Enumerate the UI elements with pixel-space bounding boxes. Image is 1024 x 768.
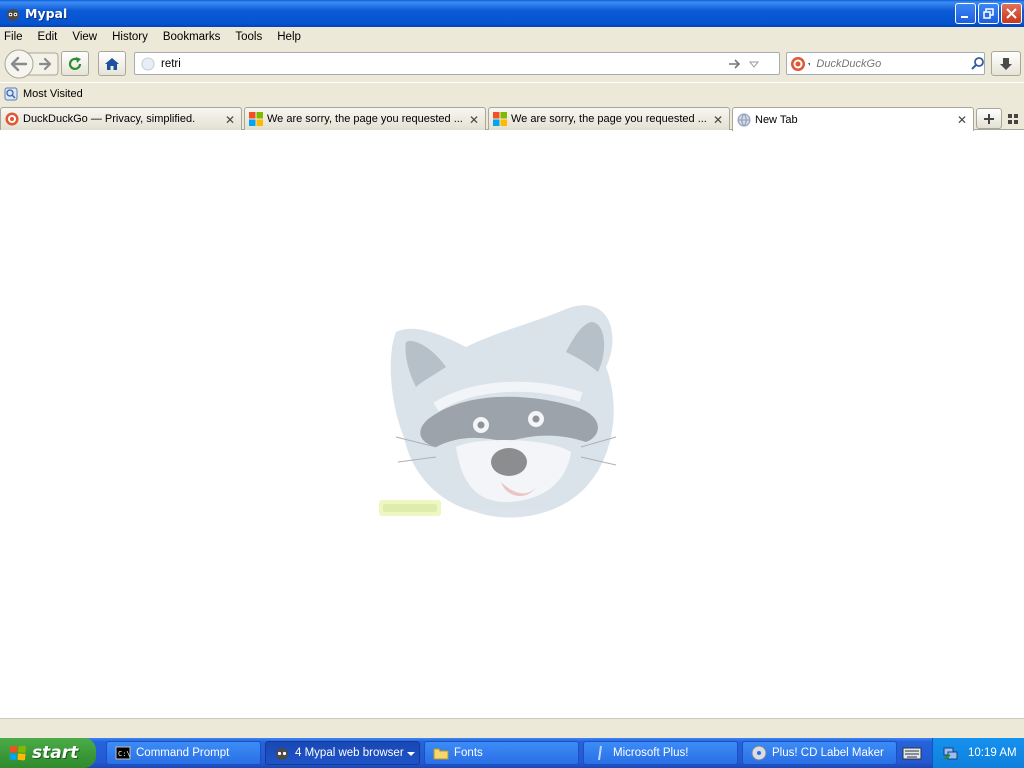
duckduckgo-engine-icon[interactable] [790, 56, 811, 72]
mypal-logo-wordmark [379, 500, 441, 516]
globe-favicon-icon [737, 113, 751, 127]
taskbar-item-label: 4 Mypal web browser [295, 747, 404, 759]
url-input[interactable] [161, 54, 721, 73]
restore-button[interactable] [978, 3, 999, 24]
tab-label: We are sorry, the page you requested ... [267, 113, 463, 125]
group-dropdown-icon [407, 752, 415, 756]
mypal-app-icon [7, 8, 19, 21]
search-bar[interactable] [786, 52, 985, 75]
tab-duckduckgo[interactable]: DuckDuckGo — Privacy, simplified. ✕ [0, 107, 242, 130]
menu-history[interactable]: History [112, 31, 148, 43]
start-button[interactable]: start [0, 738, 96, 768]
menu-edit[interactable]: Edit [38, 31, 58, 43]
page-globe-icon [141, 57, 155, 70]
tab-label: We are sorry, the page you requested ... [511, 113, 707, 125]
microsoft-favicon-icon [493, 112, 507, 126]
tab-sorry-page-1[interactable]: We are sorry, the page you requested ...… [244, 107, 486, 130]
tab-strip: DuckDuckGo — Privacy, simplified. ✕ We a… [0, 105, 1024, 131]
system-clock[interactable]: 10:19 AM [968, 747, 1017, 759]
taskbar-item-label: Command Prompt [136, 747, 230, 759]
microsoft-favicon-icon [249, 112, 263, 126]
svg-text:C:\: C:\ [118, 750, 131, 758]
menu-file[interactable]: File [4, 31, 23, 43]
folder-icon [433, 748, 449, 760]
bookmarks-toolbar: Most Visited [0, 83, 1024, 105]
close-icon [1006, 8, 1017, 19]
keyboard-language-icon[interactable] [901, 745, 923, 761]
microsoft-plus-icon [598, 745, 602, 761]
tab-close-icon[interactable]: ✕ [957, 113, 967, 127]
system-tray: 10:19 AM [932, 738, 1024, 768]
back-forward-icons [4, 49, 59, 79]
mypal-taskbar-icon [276, 748, 288, 760]
download-arrow-icon [1000, 57, 1012, 70]
network-tray-icon[interactable] [942, 745, 958, 761]
back-forward-group [4, 49, 59, 79]
plus-icon [984, 113, 994, 124]
search-input[interactable] [816, 57, 957, 70]
menu-tools[interactable]: Tools [235, 31, 262, 43]
taskbar-command-prompt[interactable]: C:\ Command Prompt [106, 741, 261, 765]
most-visited-bookmark[interactable]: Most Visited [23, 88, 83, 100]
downloads-button[interactable] [991, 51, 1021, 76]
title-bar: Mypal [0, 0, 1024, 27]
taskbar-item-label: Fonts [454, 747, 483, 759]
taskbar-item-label: Plus! CD Label Maker [772, 747, 884, 759]
tab-new-tab[interactable]: New Tab ✕ [732, 107, 974, 131]
new-tab-button[interactable] [976, 108, 1002, 129]
tab-label: New Tab [755, 113, 798, 126]
url-dropdown-icon[interactable] [747, 57, 761, 71]
most-visited-folder-icon [4, 87, 18, 101]
start-label: start [32, 743, 79, 763]
command-prompt-icon: C:\ [115, 746, 131, 760]
minimize-icon [961, 16, 968, 18]
home-button[interactable] [98, 51, 126, 76]
navigation-toolbar [0, 46, 1024, 82]
home-icon [105, 57, 119, 70]
taskbar-fonts[interactable]: Fonts [424, 741, 579, 765]
mypal-raccoon-logo [379, 305, 617, 518]
reload-button[interactable] [61, 51, 89, 76]
windows-taskbar: start C:\ Command Prompt 4 Mypal web bro… [0, 738, 1024, 768]
restore-icon [983, 8, 994, 19]
taskbar-microsoft-plus[interactable]: Microsoft Plus! [583, 741, 738, 765]
tab-close-icon[interactable]: ✕ [469, 113, 479, 127]
taskbar-cd-label-maker[interactable]: Plus! CD Label Maker [742, 741, 897, 765]
cd-label-maker-icon [751, 745, 767, 761]
menu-bar: File Edit View History Bookmarks Tools H… [0, 27, 1024, 46]
url-bar[interactable] [134, 52, 780, 75]
taskbar-item-label: Microsoft Plus! [613, 747, 689, 759]
tab-sorry-page-2[interactable]: We are sorry, the page you requested ...… [488, 107, 730, 130]
duckduckgo-favicon-icon [5, 112, 19, 126]
menu-help[interactable]: Help [277, 31, 301, 43]
tab-label: DuckDuckGo — Privacy, simplified. [23, 113, 196, 125]
minimize-button[interactable] [955, 3, 976, 24]
reload-icon [68, 56, 82, 70]
tab-close-icon[interactable]: ✕ [225, 113, 235, 127]
windows-logo-icon [9, 745, 26, 761]
list-all-tabs-icon[interactable] [1006, 112, 1020, 126]
status-bar [0, 718, 1024, 738]
go-arrow-icon[interactable] [727, 57, 741, 71]
tab-close-icon[interactable]: ✕ [713, 113, 723, 127]
window-title: Mypal [25, 6, 68, 21]
menu-view[interactable]: View [72, 31, 97, 43]
close-window-button[interactable] [1001, 3, 1022, 24]
menu-bookmarks[interactable]: Bookmarks [163, 31, 221, 43]
search-icon[interactable] [970, 56, 984, 72]
page-content [0, 131, 1024, 718]
taskbar-mypal-group[interactable]: 4 Mypal web browser [265, 741, 420, 765]
